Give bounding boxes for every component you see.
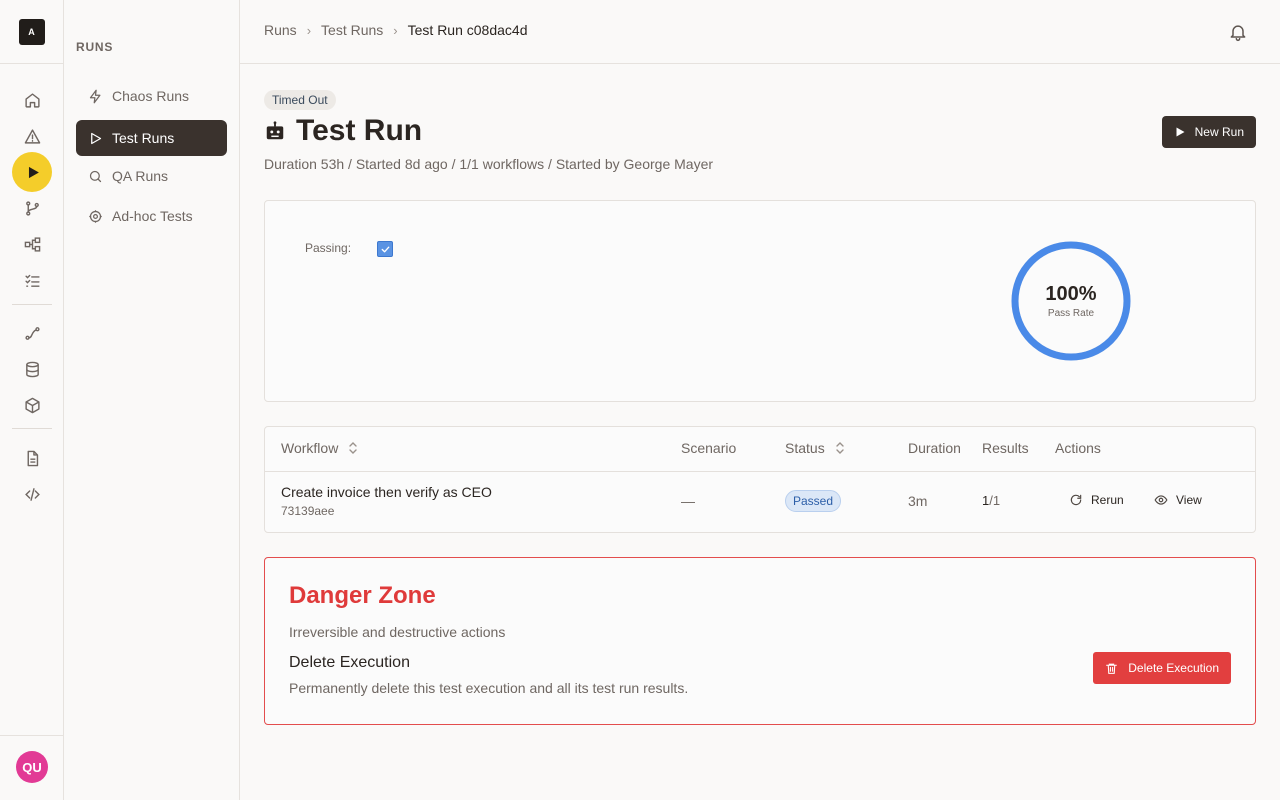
delete-execution-button[interactable]: Delete Execution xyxy=(1093,652,1231,684)
workflow-name[interactable]: Create invoice then verify as CEO xyxy=(281,484,492,500)
route-icon[interactable] xyxy=(12,315,52,351)
breadcrumb-runs[interactable]: Runs xyxy=(264,22,297,38)
column-label: Results xyxy=(982,440,1029,456)
hierarchy-icon[interactable] xyxy=(12,226,52,262)
column-header-status[interactable]: Status xyxy=(785,440,845,456)
sidebar-item-ad-hoc-tests[interactable]: Ad-hoc Tests xyxy=(76,198,227,234)
play-outline-icon xyxy=(91,132,102,144)
target-icon xyxy=(89,209,102,223)
duration-value: 3m xyxy=(908,493,928,509)
trash-icon xyxy=(1106,663,1118,674)
document-icon[interactable] xyxy=(12,440,52,476)
status-badge: Timed Out xyxy=(264,90,336,110)
workflow-table: Workflow Scenario Status Duration Result… xyxy=(264,426,1256,533)
rail-bottom-divider xyxy=(0,735,64,736)
play-icon[interactable] xyxy=(12,152,52,192)
alert-icon[interactable] xyxy=(12,118,52,154)
column-header-actions: Actions xyxy=(1055,440,1101,456)
code-icon[interactable] xyxy=(12,476,52,512)
delete-execution-title: Delete Execution xyxy=(289,654,410,671)
column-header-scenario: Scenario xyxy=(681,440,736,456)
sidebar-section-title: RUNS xyxy=(76,40,114,54)
avatar[interactable]: QU xyxy=(16,751,48,783)
breadcrumb-current: Test Run c08dac4d xyxy=(407,22,528,38)
new-run-button[interactable]: New Run xyxy=(1161,116,1256,148)
pass-rate-label: Pass Rate xyxy=(1047,308,1095,319)
view-button[interactable]: View xyxy=(1154,493,1202,507)
delete-execution-description: Permanently delete this test execution a… xyxy=(289,680,689,696)
new-run-label: New Run xyxy=(1194,125,1244,139)
app-logo[interactable]: A xyxy=(18,18,45,45)
scenario-value: — xyxy=(681,493,695,509)
run-meta: Duration 53h / Started 8d ago / 1/1 work… xyxy=(264,156,714,172)
check-icon xyxy=(381,246,389,252)
breadcrumb-test-runs[interactable]: Test Runs xyxy=(321,22,383,38)
rerun-button[interactable]: Rerun xyxy=(1069,493,1124,507)
search-icon xyxy=(89,170,102,182)
column-header-workflow[interactable]: Workflow xyxy=(281,440,358,456)
main-content: Timed Out Test Run Duration 53h / Starte… xyxy=(240,64,1280,800)
database-icon[interactable] xyxy=(12,351,52,387)
sidebar-item-qa-runs[interactable]: QA Runs xyxy=(76,158,227,194)
sidebar-item-label: QA Runs xyxy=(112,168,169,184)
column-label: Actions xyxy=(1055,440,1101,456)
column-header-results: Results xyxy=(982,440,1029,456)
lightning-icon xyxy=(89,89,101,103)
rail-divider xyxy=(12,428,52,429)
icon-rail: A QU xyxy=(0,0,64,800)
sidebar-item-chaos-runs[interactable]: Chaos Runs xyxy=(76,78,227,114)
sidebar-item-label: Chaos Runs xyxy=(112,88,190,104)
logo-container: A xyxy=(0,0,63,64)
refresh-icon xyxy=(1070,494,1082,506)
workflow-id: 73139aee xyxy=(281,504,335,518)
eye-icon xyxy=(1154,495,1168,505)
rerun-label: Rerun xyxy=(1091,493,1124,507)
pass-rate-readout: 100% Pass Rate xyxy=(1011,241,1131,361)
danger-zone-subtitle: Irreversible and destructive actions xyxy=(289,624,506,640)
view-label: View xyxy=(1176,493,1202,507)
table-header: Workflow Scenario Status Duration Result… xyxy=(265,427,1255,472)
column-header-duration: Duration xyxy=(908,440,961,456)
home-icon[interactable] xyxy=(12,82,52,118)
checklist-icon[interactable] xyxy=(12,262,52,298)
sidebar-item-test-runs[interactable]: Test Runs xyxy=(76,120,227,156)
results-total: /1 xyxy=(989,493,1001,508)
cube-icon[interactable] xyxy=(12,387,52,423)
column-label: Status xyxy=(785,440,825,456)
status-badge: Passed xyxy=(785,490,842,512)
play-icon xyxy=(1176,127,1185,137)
danger-zone-title: Danger Zone xyxy=(289,582,436,609)
sidebar-item-label: Ad-hoc Tests xyxy=(112,208,193,224)
column-label: Workflow xyxy=(281,440,339,456)
danger-zone: Danger Zone Irreversible and destructive… xyxy=(264,557,1256,725)
sidebar-item-label: Test Runs xyxy=(112,130,175,146)
column-label: Scenario xyxy=(681,440,737,456)
results-value: 1/1 xyxy=(982,493,1000,508)
runs-sidebar: RUNS Chaos Runs Test Runs QA Runs Ad-hoc… xyxy=(64,0,240,800)
sort-icon xyxy=(836,442,844,454)
top-bar: Runs › Test Runs › Test Run c08dac4d xyxy=(240,0,1280,64)
page-title-row: Test Run xyxy=(264,114,422,148)
branch-icon[interactable] xyxy=(12,190,52,226)
bell-icon[interactable] xyxy=(1228,22,1248,42)
chevron-right-icon: › xyxy=(393,22,398,38)
robot-icon xyxy=(266,121,284,140)
passing-label: Passing: xyxy=(305,241,352,255)
sort-icon xyxy=(349,442,358,454)
rail-divider xyxy=(12,304,52,305)
column-label: Duration xyxy=(908,440,961,456)
summary-card: Passing: 100% Pass Rate xyxy=(264,200,1256,402)
breadcrumb: Runs › Test Runs › Test Run c08dac4d xyxy=(264,22,527,38)
chevron-right-icon: › xyxy=(306,22,312,38)
passing-checkbox[interactable] xyxy=(377,241,393,257)
pass-rate-value: 100% xyxy=(1045,283,1097,305)
delete-execution-label: Delete Execution xyxy=(1128,661,1219,675)
page-title: Test Run xyxy=(296,114,423,147)
